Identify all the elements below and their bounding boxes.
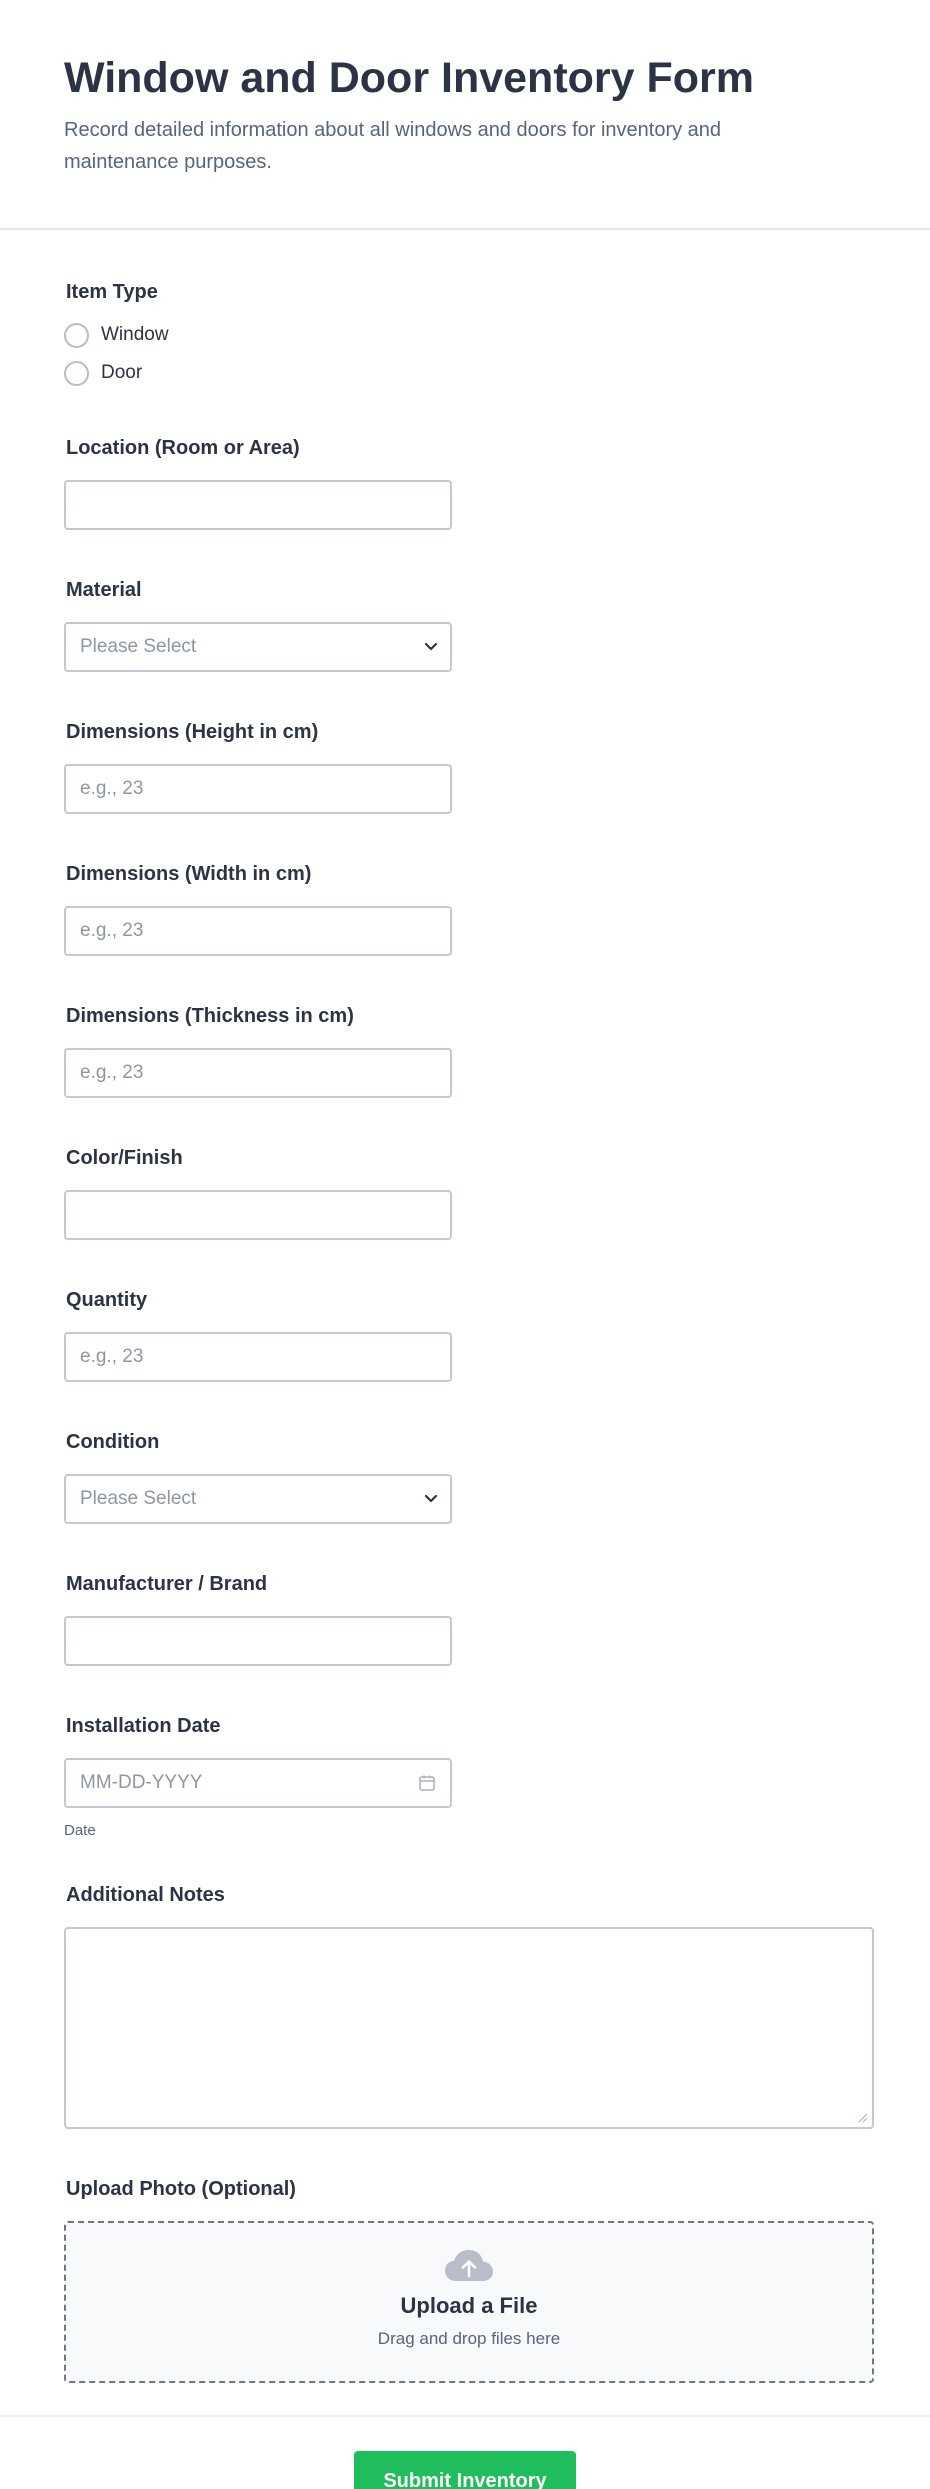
location-label: Location (Room or Area) bbox=[66, 437, 300, 459]
install-date-input[interactable]: MM-DD-YYYY bbox=[64, 1758, 452, 1808]
form-subtitle: Record detailed information about all wi… bbox=[64, 119, 722, 173]
upload-subtitle: Drag and drop files here bbox=[377, 2329, 561, 2348]
chevron-down-icon bbox=[424, 1494, 438, 1503]
height-placeholder: e.g., 23 bbox=[80, 778, 144, 799]
material-placeholder: Please Select bbox=[80, 636, 197, 657]
radio-button-window[interactable] bbox=[64, 322, 89, 348]
radio-label-window[interactable]: Window bbox=[101, 324, 169, 346]
width-placeholder: e.g., 23 bbox=[80, 920, 144, 941]
condition-field: Condition Please Select bbox=[64, 1430, 866, 1524]
upload-label: Upload Photo (Optional) bbox=[66, 2178, 296, 2200]
cloud-upload-icon bbox=[445, 2250, 493, 2281]
width-field: Dimensions (Width in cm) e.g., 23 bbox=[64, 862, 866, 956]
form-body: Item Type Window Door Location (Room or … bbox=[0, 230, 930, 2383]
form-title: Window and Door Inventory Form bbox=[64, 54, 754, 102]
radio-button-door[interactable] bbox=[64, 360, 89, 386]
condition-placeholder: Please Select bbox=[80, 1488, 197, 1509]
notes-textarea[interactable] bbox=[64, 1927, 874, 2129]
radio-option-door[interactable]: Door bbox=[64, 354, 866, 392]
height-field: Dimensions (Height in cm) e.g., 23 bbox=[64, 720, 866, 814]
height-label: Dimensions (Height in cm) bbox=[66, 721, 319, 743]
radio-label-door[interactable]: Door bbox=[101, 362, 142, 384]
item-type-label: Item Type bbox=[66, 281, 158, 303]
resize-handle-icon[interactable] bbox=[856, 2111, 868, 2123]
material-field: Material Please Select bbox=[64, 578, 866, 672]
item-type-field: Item Type Window Door bbox=[64, 280, 866, 392]
upload-field: Upload Photo (Optional) Upload a File Dr… bbox=[64, 2177, 874, 2383]
condition-label: Condition bbox=[66, 1431, 160, 1453]
quantity-label: Quantity bbox=[66, 1289, 148, 1311]
quantity-placeholder: e.g., 23 bbox=[80, 1346, 144, 1367]
manufacturer-field: Manufacturer / Brand bbox=[64, 1572, 866, 1666]
install-date-field: Installation Date MM-DD-YYYY Date bbox=[64, 1714, 866, 1839]
location-field: Location (Room or Area) bbox=[64, 436, 866, 530]
notes-field: Additional Notes bbox=[64, 1883, 874, 2129]
color-label: Color/Finish bbox=[66, 1147, 183, 1169]
install-date-label: Installation Date bbox=[66, 1715, 221, 1737]
material-label: Material bbox=[66, 579, 142, 601]
manufacturer-label: Manufacturer / Brand bbox=[66, 1573, 268, 1595]
color-input[interactable] bbox=[64, 1190, 452, 1240]
quantity-input[interactable]: e.g., 23 bbox=[64, 1332, 452, 1382]
thickness-field: Dimensions (Thickness in cm) e.g., 23 bbox=[64, 1004, 866, 1098]
notes-label: Additional Notes bbox=[66, 1884, 225, 1906]
color-field: Color/Finish bbox=[64, 1146, 866, 1240]
form-header: Window and Door Inventory Form Record de… bbox=[0, 0, 930, 230]
calendar-icon[interactable] bbox=[418, 1774, 436, 1792]
install-date-sublabel: Date bbox=[64, 1822, 96, 1839]
radio-option-window[interactable]: Window bbox=[64, 316, 866, 354]
install-date-placeholder: MM-DD-YYYY bbox=[80, 1772, 203, 1793]
condition-select[interactable]: Please Select bbox=[64, 1474, 452, 1524]
manufacturer-input[interactable] bbox=[64, 1616, 452, 1666]
form-footer: Submit Inventory bbox=[0, 2415, 930, 2489]
thickness-label: Dimensions (Thickness in cm) bbox=[66, 1005, 354, 1027]
quantity-field: Quantity e.g., 23 bbox=[64, 1288, 866, 1382]
height-input[interactable]: e.g., 23 bbox=[64, 764, 452, 814]
upload-dropzone[interactable]: Upload a File Drag and drop files here bbox=[64, 2221, 874, 2383]
upload-title: Upload a File bbox=[400, 2293, 538, 2318]
material-select[interactable]: Please Select bbox=[64, 622, 452, 672]
chevron-down-icon bbox=[424, 642, 438, 651]
width-input[interactable]: e.g., 23 bbox=[64, 906, 452, 956]
width-label: Dimensions (Width in cm) bbox=[66, 863, 312, 885]
submit-button[interactable]: Submit Inventory bbox=[354, 2451, 576, 2489]
thickness-input[interactable]: e.g., 23 bbox=[64, 1048, 452, 1098]
thickness-placeholder: e.g., 23 bbox=[80, 1062, 144, 1083]
location-input[interactable] bbox=[64, 480, 452, 530]
